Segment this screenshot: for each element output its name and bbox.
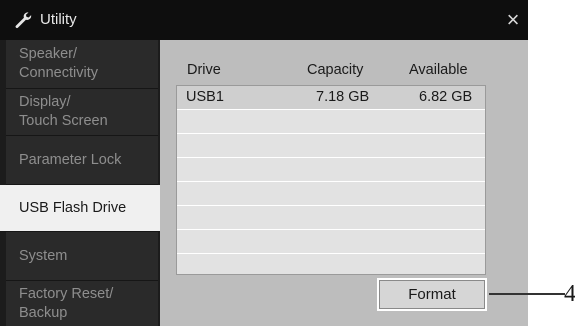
close-button[interactable]: × (500, 6, 526, 34)
sidebar-item-factory-reset-backup[interactable]: Factory Reset/ Backup (6, 281, 158, 326)
wrench-icon (15, 12, 32, 29)
sidebar-item-label: Display/ (19, 94, 71, 110)
sidebar-item-label: Parameter Lock (19, 151, 122, 168)
sidebar-item-label: USB Flash Drive (19, 199, 127, 216)
sidebar-item-label: Touch Screen (19, 113, 108, 129)
column-header-drive: Drive (187, 62, 221, 78)
sidebar-item-display-touch-screen[interactable]: Display/ Touch Screen (6, 89, 158, 136)
empty-row (177, 110, 485, 134)
empty-row (177, 206, 485, 230)
sidebar-item-label: Speaker/ (19, 46, 78, 62)
drive-name: USB1 (186, 89, 224, 105)
callout-leader-line (489, 293, 565, 295)
callout-number: 4 (564, 281, 575, 307)
sidebar-item-speaker-connectivity[interactable]: Speaker/ Connectivity (6, 40, 158, 89)
column-header-available: Available (409, 62, 468, 78)
format-button[interactable]: Format (377, 278, 487, 311)
empty-row (177, 134, 485, 158)
column-header-capacity: Capacity (307, 62, 364, 78)
empty-row (177, 254, 485, 274)
sidebar-item-label: Backup (19, 304, 68, 321)
usb-flash-drive-panel: Drive Capacity Available USB1 7.18 GB 6.… (160, 40, 528, 326)
drive-capacity: 7.18 GB (316, 89, 370, 105)
drive-row-usb1[interactable]: USB1 7.18 GB 6.82 GB (177, 86, 485, 110)
utility-screen: Utility × Speaker/ Connectivity Display/… (0, 0, 528, 326)
sidebar-item-parameter-lock[interactable]: Parameter Lock (6, 136, 158, 185)
title-bar: Utility × (0, 0, 528, 40)
sidebar-item-label: Factory Reset/ (19, 285, 114, 302)
sidebar-item-usb-flash-drive[interactable]: USB Flash Drive (0, 185, 160, 232)
drive-list: USB1 7.18 GB 6.82 GB (176, 85, 486, 275)
empty-row (177, 158, 485, 182)
window-title: Utility (40, 11, 77, 28)
drive-available: 6.82 GB (419, 89, 473, 105)
sidebar-item-label: System (19, 247, 68, 264)
empty-row (177, 182, 485, 206)
close-icon: × (506, 7, 520, 32)
sidebar-item-label: Connectivity (19, 65, 98, 81)
empty-row (177, 230, 485, 254)
sidebar-item-system[interactable]: System (6, 232, 158, 281)
